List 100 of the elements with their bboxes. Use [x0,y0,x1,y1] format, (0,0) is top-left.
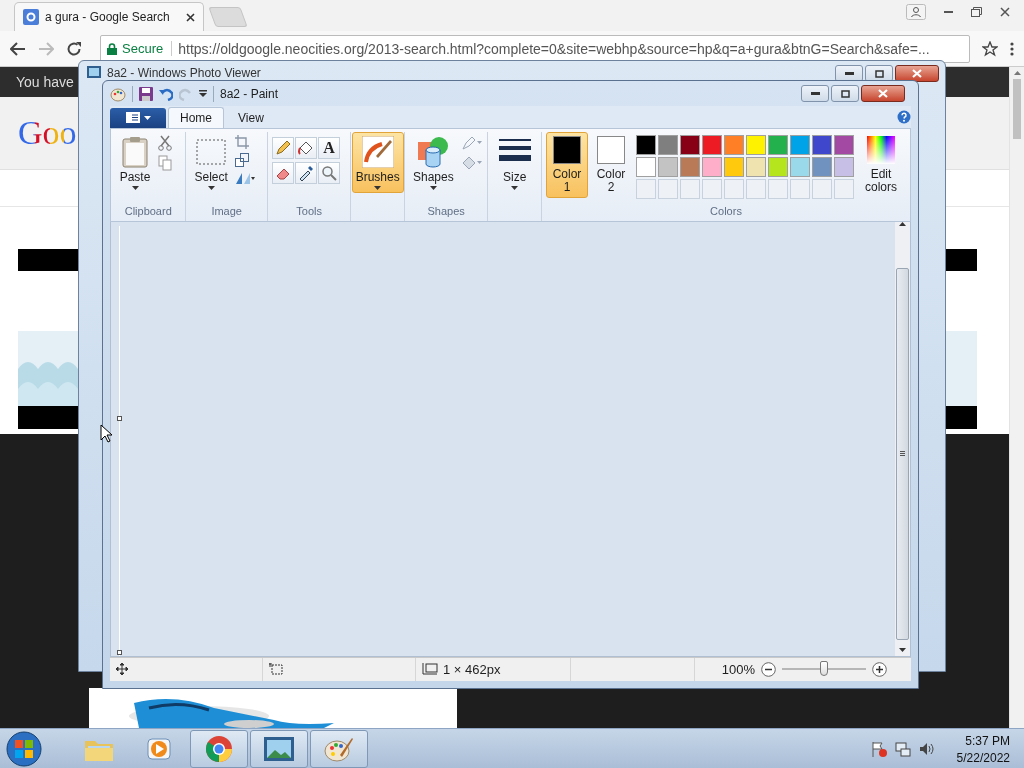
volume-icon [918,741,935,757]
group-label: Colors [709,204,743,219]
palette-swatch[interactable] [790,134,810,155]
lock-icon [107,42,117,55]
palette-swatch[interactable] [680,134,700,155]
palette-swatch[interactable] [746,156,766,177]
dropdown-icon [199,90,207,98]
url-text: https://oldgoogle.neocities.org/2013-search.html?complete=0&site=webhp&source=hp&q=a+gura&btnG=Search&safe=... [178,40,930,57]
text-tool[interactable]: A [317,136,340,159]
palette-swatch[interactable] [702,156,722,177]
palette-swatch[interactable] [834,134,854,155]
palette-swatch[interactable] [658,134,678,155]
palette-swatch[interactable] [812,156,832,177]
close-icon [912,69,922,78]
address-bar[interactable]: Secure https://oldgoogle.neocities.org/2013-search.html?complete=0&site=webhp&source=hp&q=a+gura&btnG=Search&safe=... [100,34,970,63]
pencil-icon [274,139,291,156]
clipboard-icon [121,135,149,168]
browser-icon [205,735,233,763]
color-slot-button[interactable]: Color 1 [546,131,588,198]
close-icon [1000,7,1010,17]
resize-handle[interactable] [117,649,122,655]
reload-icon [66,40,82,57]
image-size-icon [422,663,438,676]
palette-swatch[interactable] [636,156,656,177]
photo-icon [87,66,101,78]
pencil-tool[interactable] [271,136,294,159]
select-button[interactable]: Select [190,131,232,193]
ribbon-tab[interactable]: Home [168,106,224,128]
restore-icon [971,7,982,17]
size-button[interactable]: Size [494,131,535,193]
palette-swatch[interactable] [702,134,722,155]
zoom-slider[interactable] [782,661,866,678]
brushes-button[interactable]: Brushes [351,131,404,193]
magnifier-tool[interactable] [317,161,340,184]
resize-handle[interactable] [117,415,122,421]
palette-swatch[interactable] [768,156,788,177]
cut-icon [158,134,172,151]
browser-tab[interactable]: a gura - Google Search [14,2,204,31]
back-icon [10,41,26,56]
minimize-button[interactable] [801,85,829,102]
palette-swatch[interactable] [724,134,744,155]
crop-icon [234,134,249,149]
close-button[interactable] [861,85,905,102]
scrollbar-thumb[interactable] [1013,79,1021,139]
palette-swatch[interactable] [790,156,810,177]
caret-icon [429,185,437,190]
group-label: Image [210,204,243,219]
taskbar-button[interactable] [250,730,308,768]
dropper-icon [297,164,314,181]
clock-date: 5/22/2022 [956,750,1010,765]
palette-swatch[interactable] [724,156,744,177]
palette-swatch[interactable] [768,134,788,155]
new-tab-button[interactable] [208,7,248,27]
window-title: 8a2 - Paint [220,86,279,101]
undo-icon [159,86,173,101]
star-icon [982,40,998,57]
palette-swatch[interactable] [812,134,832,155]
edit-colors-button[interactable]: Edit colors [856,131,906,198]
help-icon [897,109,911,124]
palette-swatch[interactable] [680,156,700,177]
app-menu-button[interactable] [110,107,166,128]
palette-swatch[interactable] [746,134,766,155]
image-size: 1 × 462px [443,661,501,677]
caret-icon [207,185,215,190]
zoom-in-icon [872,661,887,677]
window-title: 8a2 - Windows Photo Viewer [107,66,261,80]
magnifier-icon [320,164,337,181]
color-slot-button[interactable]: Color 2 [590,131,632,198]
maximize-button[interactable] [831,85,859,102]
scroll-down-icon [899,647,906,652]
palette-swatch[interactable] [636,134,656,155]
close-button[interactable] [895,65,939,82]
paste-button[interactable]: Paste [115,131,155,193]
zoom-slider-thumb[interactable] [820,661,828,677]
taskbar-button[interactable] [310,730,368,768]
palette-swatch[interactable] [658,156,678,177]
maximize-icon [874,69,884,78]
taskbar-button[interactable] [190,730,248,768]
fill-tool[interactable] [294,136,317,159]
copy-icon [158,154,172,171]
ribbon-tab[interactable]: View [226,106,276,128]
network-icon [894,741,911,757]
user-icon [906,4,926,20]
redo-icon [179,86,193,101]
palette-icon [324,735,354,763]
notice-text: You have [16,74,74,90]
color-picker-tool[interactable] [294,161,317,184]
group-label: Clipboard [123,204,173,219]
selection-size-icon [269,663,283,676]
site-icon [23,9,39,25]
palette-swatch[interactable] [834,156,854,177]
save-icon [139,86,153,101]
eraser-tool[interactable] [271,161,294,184]
caret-icon [143,115,151,120]
zoom-out-icon [761,661,776,677]
resize-icon [234,152,249,167]
cursor-icon [100,424,112,443]
shapes-button[interactable]: Shapes [408,131,458,193]
scrollbar-thumb[interactable] [896,267,909,640]
minimize-icon [844,72,854,75]
